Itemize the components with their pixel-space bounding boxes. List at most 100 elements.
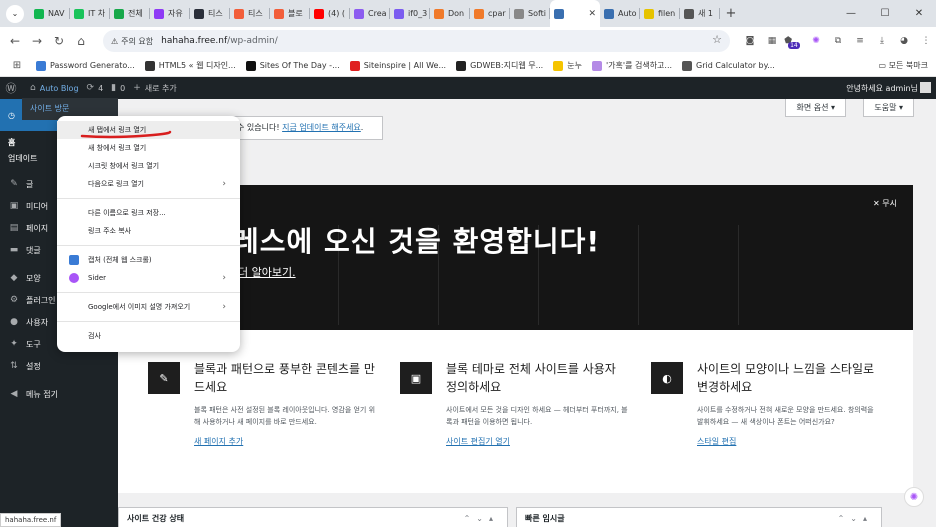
tab-label[interactable]: 블로	[288, 8, 303, 19]
home-icon[interactable]: ⌂	[70, 34, 92, 48]
tab-label[interactable]: Auto	[618, 9, 637, 18]
tab-label[interactable]: Don	[448, 9, 464, 18]
browser-tab[interactable]: Softi	[510, 0, 550, 27]
menu-capture[interactable]: 캡처 (전체 웹 스크롤)	[57, 251, 240, 269]
browser-tab[interactable]: 자유	[150, 0, 190, 27]
warning-icon[interactable]: ⚠	[111, 37, 118, 46]
user-avatar[interactable]	[920, 82, 931, 93]
tab-label[interactable]: IT 차	[88, 8, 105, 19]
download-icon[interactable]: ⤓	[872, 34, 892, 48]
bookmark-item[interactable]: 눈누	[553, 60, 582, 71]
browser-tab[interactable]: 티스	[230, 0, 270, 27]
tab-label[interactable]: (4) (	[328, 9, 345, 18]
apps-grid-icon[interactable]: ⊞	[6, 60, 28, 71]
add-page-link[interactable]: 새 페이지 추가	[194, 436, 378, 447]
close-tab-icon[interactable]: ✕	[588, 9, 596, 19]
media-icon[interactable]: ≡	[850, 34, 870, 48]
tab-label[interactable]: NAV	[48, 9, 64, 18]
tab-active[interactable]: ✕	[550, 0, 600, 27]
tab-label[interactable]: cpar	[488, 9, 506, 18]
comments-link[interactable]: ▮ 0	[111, 83, 125, 93]
bookmark-item[interactable]: Password Generato...	[36, 60, 135, 71]
tab-label[interactable]: 티스	[208, 8, 223, 19]
bookmark-label[interactable]: HTML5 « 웹 디자인...	[159, 60, 236, 71]
bookmark-item[interactable]: Grid Calculator by...	[682, 60, 775, 71]
menu-sider[interactable]: Sider ›	[57, 269, 240, 287]
learn-more-link[interactable]: 더 알아보기.	[238, 264, 296, 280]
browser-tab[interactable]: IT 차	[70, 0, 110, 27]
site-name[interactable]: Auto Blog	[40, 84, 79, 93]
browser-tab[interactable]: 새 1	[680, 0, 720, 27]
bookmark-label[interactable]: Siteinspire | All We...	[364, 61, 446, 70]
howdy-user[interactable]: 안녕하세요 admin님	[846, 83, 918, 94]
reload-icon[interactable]: ↻	[48, 34, 70, 48]
close-window-button[interactable]: ✕	[902, 0, 936, 27]
forward-icon[interactable]: →	[26, 34, 48, 48]
open-site-editor-link[interactable]: 사이트 편집기 열기	[446, 436, 630, 447]
assistant-floating-icon[interactable]: ✺	[904, 487, 924, 507]
sidebar-item[interactable]: ⇅ 설정	[0, 355, 118, 377]
image-ext-icon[interactable]: ▦	[762, 34, 782, 48]
dismiss-button[interactable]: ✕ 무시	[873, 198, 897, 209]
tab-label[interactable]: Crea	[368, 9, 387, 18]
menu-google-image[interactable]: Google에서 이미지 설명 가져오기 ›	[57, 298, 240, 316]
bookmark-item[interactable]: Siteinspire | All We...	[349, 60, 446, 71]
updates-count[interactable]: 4	[98, 84, 103, 93]
menu-sider-label[interactable]: Sider	[88, 274, 106, 282]
minimize-button[interactable]: —	[834, 0, 868, 27]
bookmark-label[interactable]: GDWEB:지디웹 무...	[470, 60, 543, 71]
menu-icon[interactable]: ⋮	[916, 34, 936, 48]
bookmark-item[interactable]: Sites Of The Day -...	[245, 60, 340, 71]
tab-label[interactable]: 티스	[248, 8, 263, 19]
bookmark-label[interactable]: Grid Calculator by...	[696, 61, 775, 70]
new-content-label[interactable]: 새로 추가	[145, 83, 177, 94]
bookmark-label[interactable]: '가혹'를 검색하고...	[606, 60, 672, 71]
address-bar[interactable]: ⚠ 주의 요함 hahaha.free.nf/wp-admin/ ☆	[103, 30, 730, 52]
new-content-link[interactable]: + 새로 추가	[133, 83, 177, 94]
browser-tab[interactable]: if0_3	[390, 0, 430, 27]
menu-capture-label[interactable]: 캡처 (전체 웹 스크롤)	[88, 255, 152, 265]
browser-tab[interactable]: Crea	[350, 0, 390, 27]
browser-tab[interactable]: (4) (	[310, 0, 350, 27]
puzzle-icon[interactable]: ⧉	[828, 34, 848, 48]
menu-open-with[interactable]: 다음으로 링크 열기 ›	[57, 175, 240, 193]
tab-label[interactable]: filen	[658, 9, 675, 18]
tab-label[interactable]: Softi	[528, 9, 546, 18]
bookmark-label[interactable]: Password Generato...	[50, 61, 135, 70]
tab-label[interactable]: 자유	[168, 8, 183, 19]
menu-inspect[interactable]: 검사	[57, 327, 240, 345]
bookmark-item[interactable]: GDWEB:지디웹 무...	[456, 60, 543, 71]
site-name-link[interactable]: ⌂ Auto Blog	[30, 83, 79, 93]
all-bookmarks[interactable]: ▭ 모든 북마크	[879, 60, 928, 71]
browser-tab[interactable]: filen	[640, 0, 680, 27]
sider-ext-icon[interactable]: ✺	[806, 34, 826, 48]
browser-tab[interactable]: 전체	[110, 0, 150, 27]
menu-open-new-window[interactable]: 새 창에서 링크 열기	[57, 139, 240, 157]
menu-copy-link[interactable]: 링크 주소 복사	[57, 222, 240, 240]
browser-tab[interactable]: cpar	[470, 0, 510, 27]
menu-open-with-label[interactable]: 다음으로 링크 열기	[88, 179, 144, 189]
maximize-button[interactable]: ☐	[868, 0, 902, 27]
menu-save-link[interactable]: 다른 이름으로 링크 저장...	[57, 204, 240, 222]
comments-count[interactable]: 0	[120, 84, 125, 93]
screen-options-button[interactable]: 화면 옵션 ▾	[785, 99, 846, 117]
bookmark-item[interactable]: HTML5 « 웹 디자인...	[144, 60, 236, 71]
help-button[interactable]: 도움말 ▾	[863, 99, 914, 117]
bookmark-star-icon[interactable]: ☆	[712, 33, 722, 46]
tab-label[interactable]: if0_3	[408, 9, 427, 18]
security-label[interactable]: 주의 요함	[121, 36, 153, 47]
tab-label[interactable]: 새 1	[698, 8, 713, 19]
edit-styles-link[interactable]: 스타일 편집	[697, 436, 881, 447]
sidebar-item[interactable]: ◀ 메뉴 접기	[0, 383, 118, 405]
profile-avatar[interactable]: ◕	[894, 34, 914, 48]
bookmark-item[interactable]: '가혹'를 검색하고...	[591, 60, 672, 71]
browser-tab[interactable]: NAV	[30, 0, 70, 27]
browser-tab[interactable]: Don	[430, 0, 470, 27]
browser-tab[interactable]: 블로	[270, 0, 310, 27]
camera-icon[interactable]: ◙	[740, 34, 760, 48]
wordpress-logo-icon[interactable]: Ⓦ	[0, 80, 22, 96]
tab-label[interactable]: 전체	[128, 8, 143, 19]
bookmark-label[interactable]: Sites Of The Day -...	[260, 61, 340, 70]
shield-ext-icon[interactable]: ⬟ 14	[784, 34, 804, 49]
browser-tab[interactable]: Auto	[600, 0, 640, 27]
